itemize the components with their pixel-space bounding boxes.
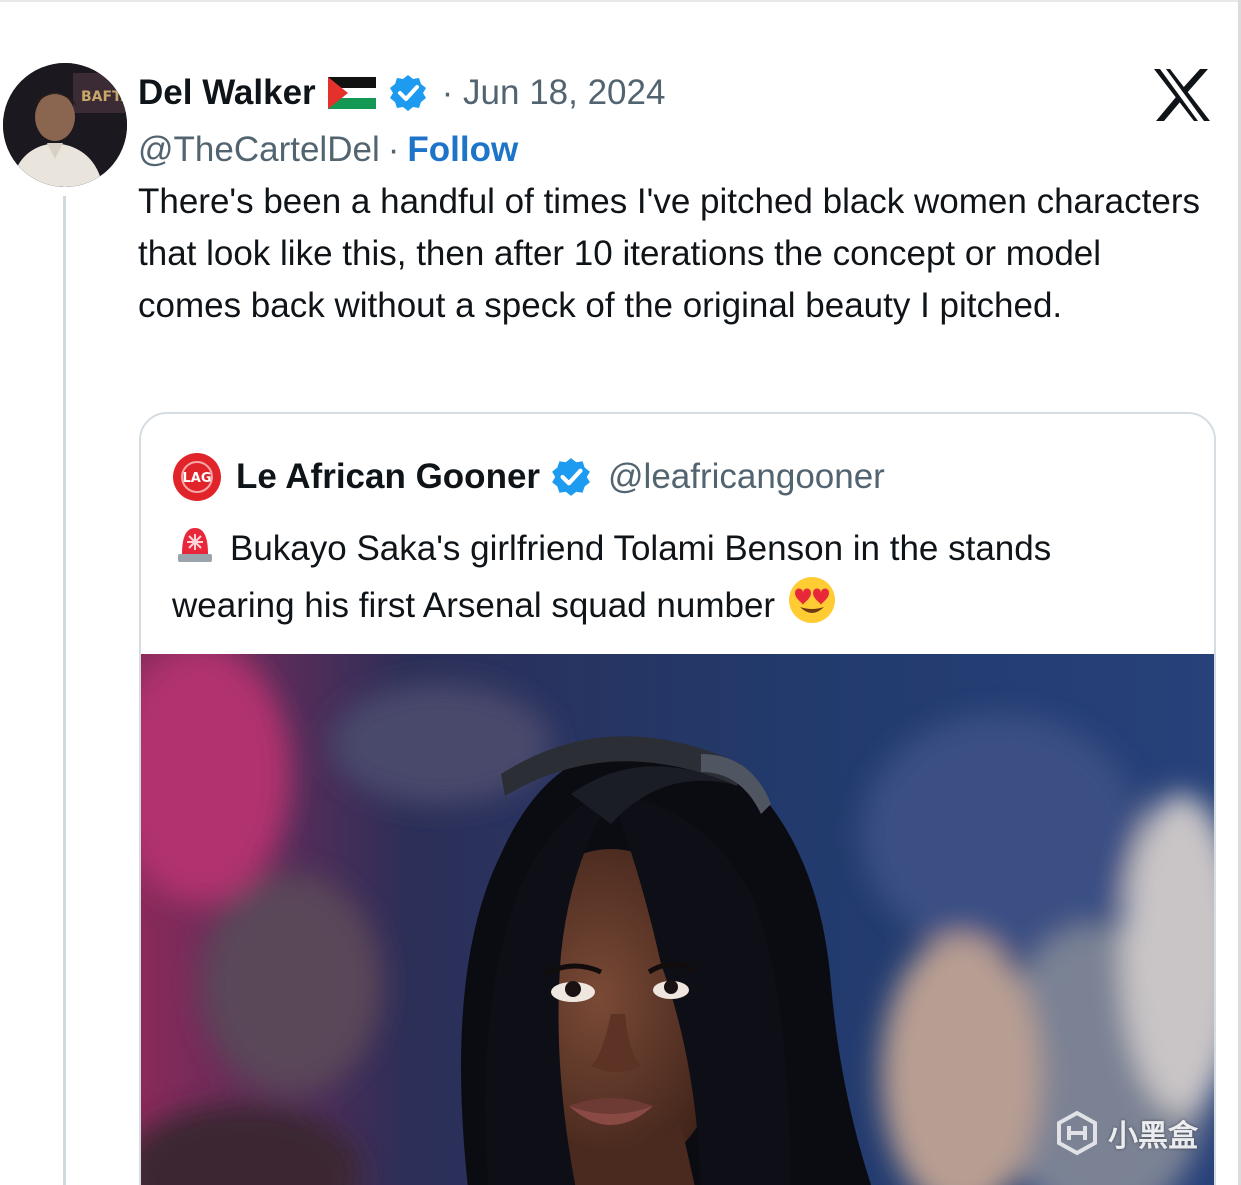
author-avatar[interactable]: BAFTA: [3, 63, 127, 187]
follow-button[interactable]: Follow: [407, 130, 518, 170]
photo-illustration: [141, 654, 1214, 1185]
palestine-flag-icon: [327, 77, 376, 109]
separator-dot: ·: [387, 130, 400, 169]
thread-line: [63, 196, 66, 1185]
verified-badge-icon: [389, 75, 426, 111]
smiling-face-with-heart-eyes-icon: [789, 577, 836, 623]
quoted-author-name[interactable]: Le African Gooner: [236, 457, 540, 497]
rotating-light-icon: [178, 528, 212, 562]
quoted-author-avatar[interactable]: LAG: [172, 452, 222, 502]
quoted-author-handle[interactable]: @leafricangooner: [608, 457, 885, 497]
x-logo-icon[interactable]: [1152, 67, 1212, 123]
xiaoheihe-logo-icon: [1057, 1110, 1097, 1156]
author-display-name[interactable]: Del Walker: [138, 73, 316, 113]
top-divider: [0, 0, 1241, 2]
verified-badge-icon: [552, 458, 590, 496]
author-handle-row: @TheCartelDel · Follow: [138, 128, 518, 172]
tweet-embed: BAFTA Del Walker · Jun 18, 2024 @TheCart: [0, 0, 1241, 1185]
author-handle[interactable]: @TheCartelDel: [138, 130, 380, 170]
svg-text:LAG: LAG: [182, 471, 211, 486]
tweet-text: There's been a handful of times I've pit…: [138, 182, 1200, 325]
svg-text:BAFTA: BAFTA: [81, 89, 127, 105]
quoted-tweet-text: Bukayo Saka's girlfriend Tolami Benson i…: [172, 520, 1182, 632]
quoted-tweet-header: LAG Le African Gooner @leafricangooner: [172, 452, 885, 502]
author-name-row: Del Walker · Jun 18, 2024: [138, 70, 665, 116]
watermark-text: 小黑盒: [1108, 1119, 1198, 1154]
avatar-photo: BAFTA: [3, 63, 127, 187]
quoted-tweet-card[interactable]: LAG Le African Gooner @leafricangooner B…: [139, 412, 1216, 1185]
quoted-tweet-photo[interactable]: [141, 654, 1214, 1185]
quoted-tweet-text-content: Bukayo Saka's girlfriend Tolami Benson i…: [172, 529, 1052, 625]
tweet-date[interactable]: · Jun 18, 2024: [442, 73, 666, 113]
watermark: 小黑盒: [1054, 1108, 1198, 1158]
